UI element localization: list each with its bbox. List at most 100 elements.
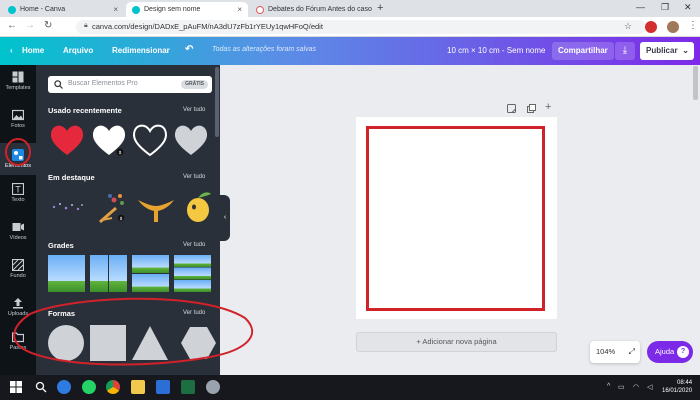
rail-item-videos[interactable]: Vídeos	[0, 221, 36, 241]
rail-item-uploads[interactable]: Uploads	[0, 297, 36, 317]
share-button[interactable]: Compartilhar	[552, 42, 614, 60]
panel-scrollbar[interactable]	[215, 67, 219, 137]
bookmark-star-icon[interactable]: ☆	[624, 21, 632, 32]
maximize-icon[interactable]: ❐	[661, 2, 669, 13]
elements-search-input[interactable]: Buscar Elementos Pro GRÁTIS	[48, 76, 212, 93]
zoom-control[interactable]: 104% ⤢	[590, 341, 640, 363]
stars-element[interactable]	[52, 203, 83, 211]
add-page-button[interactable]: + Adicionar nova página	[356, 332, 557, 352]
home-button[interactable]: Home	[22, 46, 44, 55]
video-icon	[12, 223, 24, 231]
white-heart-element[interactable]: $	[92, 125, 126, 156]
browser-tab-design[interactable]: Design sem nome ×	[126, 2, 248, 17]
add-page-icon[interactable]: +	[545, 101, 551, 113]
free-badge: GRÁTIS	[181, 80, 208, 89]
circle-shape-element[interactable]	[48, 325, 84, 361]
new-tab-icon[interactable]: +	[377, 2, 383, 14]
profile-avatar[interactable]	[667, 21, 679, 33]
canvas-scrollbar[interactable]	[693, 66, 698, 100]
section-title-shapes: Formas	[48, 309, 76, 318]
see-all-featured-link[interactable]: Ver tudo	[183, 174, 205, 180]
browser-tab-forum[interactable]: Debates do Fórum Antes do caso ×	[250, 2, 372, 17]
extension-icon[interactable]	[645, 21, 657, 33]
wifi-icon[interactable]: ◠	[633, 383, 639, 391]
bouquet-element[interactable]: $	[99, 194, 125, 224]
close-tab-icon[interactable]: ×	[113, 5, 118, 14]
grey-heart-element[interactable]	[174, 125, 208, 155]
file-menu[interactable]: Arquivo	[63, 46, 93, 55]
section-title-recent: Usado recentemente	[48, 106, 122, 115]
duplicate-page-icon[interactable]	[527, 104, 536, 113]
notes-icon[interactable]	[507, 104, 516, 113]
browser-menu-icon[interactable]: ⋮	[688, 20, 698, 31]
hexagon-shape-element[interactable]	[181, 327, 216, 359]
reload-icon[interactable]: ↻	[44, 20, 52, 31]
red-heart-element[interactable]	[50, 125, 84, 155]
back-icon[interactable]: ←	[7, 20, 17, 31]
edge-browser-icon[interactable]	[57, 380, 71, 394]
see-all-shapes-link[interactable]: Ver tudo	[183, 310, 205, 316]
see-all-recent-link[interactable]: Ver tudo	[183, 107, 205, 113]
word-icon[interactable]	[156, 380, 170, 394]
excel-icon[interactable]	[181, 380, 195, 394]
rail-item-templates[interactable]: Templates	[0, 71, 36, 91]
recent-elements-row: $	[50, 124, 208, 157]
save-status: Todas as alterações foram salvas	[212, 46, 317, 53]
elements-icon	[12, 149, 24, 161]
lock-icon: 🔒︎	[84, 22, 88, 29]
app-icon[interactable]	[206, 380, 220, 394]
triangle-shape-element[interactable]	[132, 326, 168, 360]
volume-icon[interactable]: ◁	[647, 383, 652, 391]
rail-item-elements[interactable]: Elementos	[0, 143, 36, 175]
forward-icon[interactable]: →	[25, 20, 35, 31]
outline-heart-element[interactable]	[132, 124, 168, 157]
square-shape-element[interactable]	[90, 325, 126, 361]
design-size-label[interactable]: 10 cm × 10 cm - Sem nome	[447, 46, 545, 55]
address-bar: ← → ↻ canva.com/design/DADxE_pAuFM/nA3dU…	[0, 17, 700, 37]
collapse-panel-button[interactable]: ‹	[220, 195, 230, 241]
forum-favicon-icon	[256, 5, 264, 14]
elements-panel: Buscar Elementos Pro GRÁTIS Usado recent…	[36, 65, 220, 375]
grid-single-element[interactable]	[48, 255, 85, 292]
background-icon	[12, 259, 24, 271]
svg-text:T: T	[15, 185, 21, 195]
window-close-icon[interactable]: ✕	[684, 2, 692, 13]
browser-tab-home[interactable]: Home - Canva ×	[2, 2, 124, 17]
close-tab-icon[interactable]: ×	[237, 5, 242, 14]
resize-button[interactable]: Redimensionar	[112, 46, 170, 55]
photos-icon	[12, 109, 24, 121]
rail-item-photos[interactable]: Fotos	[0, 109, 36, 129]
mango-element[interactable]	[187, 192, 211, 222]
url-input[interactable]: canva.com/design/DADxE_pAuFM/nA3dU7zFb1r…	[76, 20, 646, 34]
taskbar-clock[interactable]: 08:44 16/01/2020	[662, 379, 692, 395]
minimize-icon[interactable]: —	[636, 2, 645, 12]
canva-favicon-icon	[8, 5, 16, 14]
tray-chevron-icon[interactable]: ^	[607, 383, 610, 390]
bird-element[interactable]	[138, 200, 174, 222]
help-button[interactable]: Ajuda ?	[647, 341, 693, 363]
windows-start-icon[interactable]	[10, 381, 22, 393]
file-explorer-icon[interactable]	[131, 380, 145, 394]
see-all-grids-link[interactable]: Ver tudo	[183, 242, 205, 248]
fullscreen-icon[interactable]: ⤢	[629, 341, 635, 363]
rail-item-text[interactable]: T Texto	[0, 183, 36, 203]
canva-top-bar: ‹ Home Arquivo Redimensionar ↶ Todas as …	[0, 37, 700, 65]
undo-icon[interactable]: ↶	[185, 44, 193, 55]
chevron-down-icon: ⌄	[682, 46, 689, 55]
download-button[interactable]: ⤓	[615, 42, 635, 60]
home-chevron-icon[interactable]: ‹	[10, 46, 13, 55]
rail-item-folders[interactable]: Pastas	[0, 331, 36, 351]
grid-half-element[interactable]	[132, 255, 169, 292]
rail-item-background[interactable]: Fundo	[0, 259, 36, 279]
side-rail: Templates Fotos Elementos T Texto Vídeos…	[0, 65, 36, 375]
chrome-icon[interactable]	[106, 380, 120, 394]
search-icon[interactable]	[35, 381, 47, 393]
section-title-featured: Em destaque	[48, 173, 95, 182]
red-frame-element[interactable]	[366, 126, 545, 311]
whatsapp-icon[interactable]	[82, 380, 96, 394]
publish-button[interactable]: Publicar ⌄	[640, 42, 694, 60]
grid-triple-element[interactable]	[174, 255, 211, 292]
network-icon[interactable]: ▭	[618, 383, 625, 391]
grid-split-element[interactable]	[90, 255, 127, 292]
canva-favicon-icon	[132, 5, 140, 14]
